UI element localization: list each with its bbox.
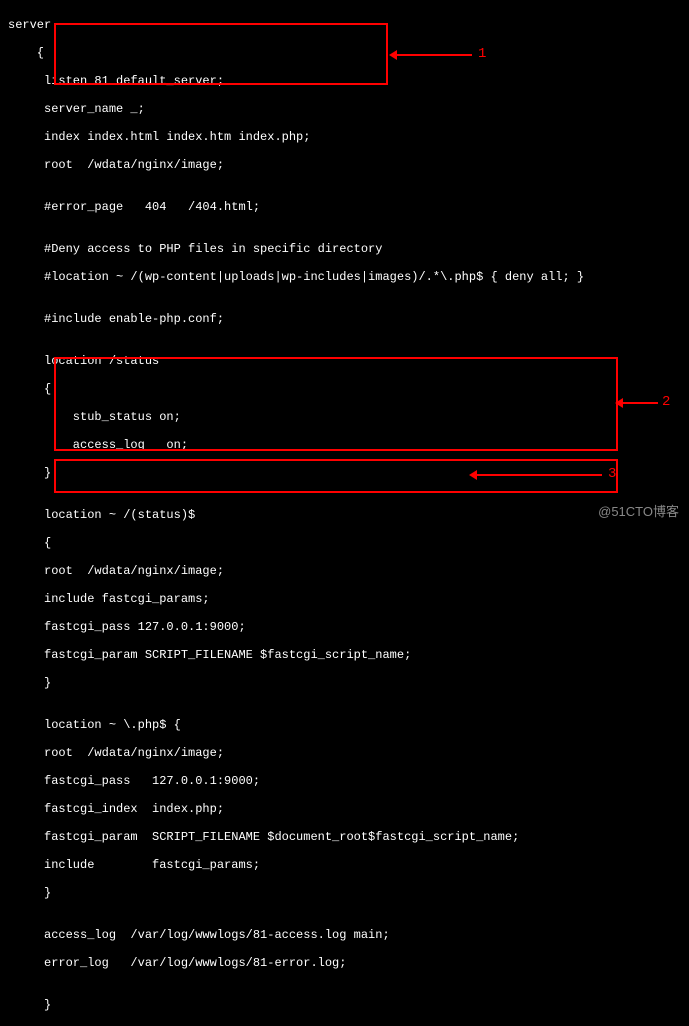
- code-line: access_log /var/log/wwwlogs/81-access.lo…: [8, 928, 689, 942]
- code-line: index index.html index.htm index.php;: [8, 130, 689, 144]
- code-line: root /wdata/nginx/image;: [8, 564, 689, 578]
- code-line: fastcgi_pass 127.0.0.1:9000;: [8, 620, 689, 634]
- code-line: root /wdata/nginx/image;: [8, 746, 689, 760]
- arrow-2: [618, 402, 658, 404]
- code-line: #error_page 404 /404.html;: [8, 200, 689, 214]
- code-line: #Deny access to PHP files in specific di…: [8, 242, 689, 256]
- arrow-3: [472, 474, 602, 476]
- annotation-label-3: 3: [608, 466, 616, 482]
- arrow-1: [392, 54, 472, 56]
- code-line: {: [8, 46, 689, 60]
- code-line: }: [8, 998, 689, 1012]
- watermark: @51CTO博客: [598, 501, 679, 520]
- code-line: #include enable-php.conf;: [8, 312, 689, 326]
- code-line: server: [8, 18, 689, 32]
- code-line: }: [8, 886, 689, 900]
- code-line: {: [8, 536, 689, 550]
- code-line: fastcgi_param SCRIPT_FILENAME $document_…: [8, 830, 689, 844]
- code-line: }: [8, 466, 689, 480]
- code-line: include fastcgi_params;: [8, 592, 689, 606]
- annotation-label-2: 2: [662, 394, 670, 410]
- code-line: #location ~ /(wp-content|uploads|wp-incl…: [8, 270, 689, 284]
- code-line: fastcgi_param SCRIPT_FILENAME $fastcgi_s…: [8, 648, 689, 662]
- code-line: location ~ /(status)$: [8, 508, 689, 522]
- code-line: server_name _;: [8, 102, 689, 116]
- code-line: root /wdata/nginx/image;: [8, 158, 689, 172]
- code-line: access_log on;: [8, 438, 689, 452]
- code-line: location /status: [8, 354, 689, 368]
- code-line: {: [8, 382, 689, 396]
- annotation-label-1: 1: [478, 46, 486, 62]
- code-line: listen 81 default_server;: [8, 74, 689, 88]
- code-line: location ~ \.php$ {: [8, 718, 689, 732]
- code-line: include fastcgi_params;: [8, 858, 689, 872]
- code-line: fastcgi_index index.php;: [8, 802, 689, 816]
- code-line: }: [8, 676, 689, 690]
- code-line: error_log /var/log/wwwlogs/81-error.log;: [8, 956, 689, 970]
- code-line: stub_status on;: [8, 410, 689, 424]
- code-line: fastcgi_pass 127.0.0.1:9000;: [8, 774, 689, 788]
- nginx-config-code: server { listen 81 default_server; serve…: [0, 0, 689, 1026]
